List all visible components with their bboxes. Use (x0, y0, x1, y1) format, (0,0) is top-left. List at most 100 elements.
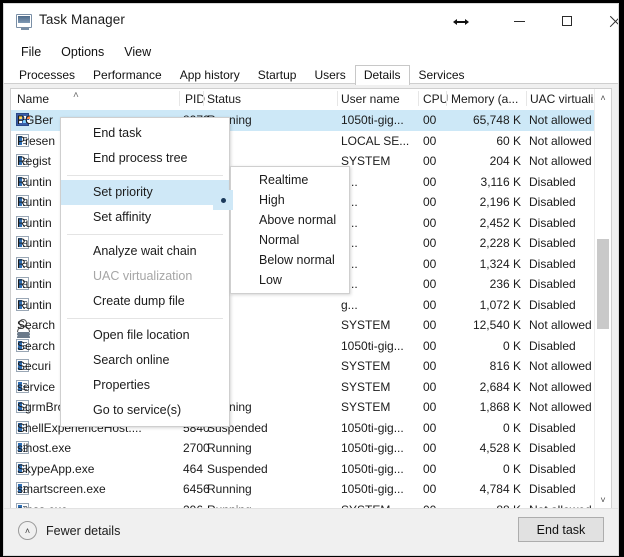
cell-memory: 0 K (502, 461, 521, 476)
context-menu-item-set-priority[interactable]: Set priority› (61, 180, 229, 205)
table-row[interactable]: sihost.exe 2700 Running 1050ti-gig... 00 4,52… (11, 438, 611, 459)
context-menu-item-create-dump-file[interactable]: Create dump file (61, 289, 229, 314)
context-menu-item-open-file-location[interactable]: Open file location (61, 323, 229, 348)
context-menu-item-properties[interactable]: Properties (61, 373, 229, 398)
cell-cpu: 00 (423, 379, 437, 394)
window-title: Task Manager (39, 12, 125, 27)
priority-option-above-normal[interactable]: Above normal (231, 210, 349, 230)
cell-user-name: g... (341, 216, 419, 230)
cell-cpu: 00 (423, 461, 437, 476)
cell-cpu: 00 (423, 441, 437, 455)
priority-option-label: Normal (259, 233, 300, 247)
task-manager-window: Task Manager File Options View Processes… (3, 3, 619, 556)
scrollbar-thumb[interactable] (597, 239, 609, 329)
tab-details[interactable]: Details (354, 65, 410, 85)
cell-user-name: SYSTEM (341, 154, 391, 168)
menu-item-file[interactable]: File (12, 43, 50, 61)
cell-user-name: 1050ti-gig... (341, 113, 404, 127)
column-header-status[interactable]: Status (207, 92, 241, 106)
priority-option-normal[interactable]: Normal (231, 230, 349, 250)
context-menu-item-end-process-tree[interactable]: End process tree (61, 146, 229, 171)
cell-memory: 1,072 K (479, 297, 521, 312)
context-menu-item-go-to-service-s[interactable]: Go to service(s) (61, 398, 229, 423)
cell-memory: 4,528 K (479, 441, 521, 455)
fewer-details-button[interactable]: ˄ Fewer details (18, 521, 120, 540)
sort-ascending-icon: ˄ (73, 90, 79, 101)
horizontal-resize-cursor (452, 15, 470, 29)
set-priority-submenu: Realtime High Above normal Normal Below norm… (213, 166, 350, 294)
tab-services[interactable]: Services (410, 65, 474, 85)
table-row[interactable]: smartscreen.exe 6456 Running 1050ti-gig... 0… (11, 479, 611, 500)
context-menu-item-label: Set priority (93, 185, 153, 199)
scroll-down-icon[interactable]: ˅ (595, 491, 611, 508)
cell-user-name: g... (341, 195, 419, 209)
column-header-name[interactable]: Name (17, 92, 49, 106)
priority-option-below-normal[interactable]: Below normal (231, 250, 349, 270)
close-icon (609, 15, 619, 28)
cell-cpu: 00 (423, 215, 437, 230)
cell-memory: 4,784 K (479, 482, 521, 496)
column-header-cpu[interactable]: CPU (423, 92, 448, 106)
column-header-user-name[interactable]: User name (341, 92, 400, 106)
cell-status: Running (207, 482, 252, 496)
tab-strip: Processes Performance App history Startu… (4, 63, 618, 85)
cell-user-name: g... (341, 277, 419, 291)
cell-cpu: 00 (423, 400, 437, 414)
cell-cpu: 00 (423, 297, 437, 312)
cell-cpu: 00 (423, 113, 437, 127)
radio-dot (220, 197, 226, 203)
menu-item-options[interactable]: Options (52, 43, 113, 61)
scroll-up-icon[interactable]: ˄ (595, 89, 611, 106)
priority-option-realtime[interactable]: Realtime (231, 170, 349, 190)
priority-option-high[interactable]: High (213, 190, 349, 210)
cell-memory: 65,748 K (472, 113, 521, 127)
vertical-scrollbar[interactable]: ˄ ˅ (594, 89, 611, 508)
column-divider[interactable] (179, 91, 180, 106)
column-divider[interactable] (446, 91, 447, 106)
end-task-button[interactable]: End task (518, 517, 604, 542)
column-header-memory[interactable]: Memory (a... (451, 92, 518, 106)
context-menu-item-label: UAC virtualization (93, 269, 193, 283)
context-menu-item-set-affinity[interactable]: Set affinity (61, 205, 229, 230)
column-divider[interactable] (418, 91, 419, 106)
column-divider[interactable] (203, 91, 204, 106)
context-menu-item-analyze-wait-chain[interactable]: Analyze wait chain (61, 239, 229, 264)
column-header-pid[interactable]: PID (185, 92, 205, 106)
cell-memory: 3,116 K (480, 174, 521, 189)
cell-memory: 0 K (502, 420, 521, 435)
menu-item-view[interactable]: View (115, 43, 160, 61)
cell-user-name: LOCAL SE... (341, 133, 410, 148)
maximize-button[interactable] (544, 4, 590, 38)
cell-user-name: SYSTEM (341, 379, 391, 394)
priority-option-label: High (259, 193, 285, 207)
tab-processes[interactable]: Processes (10, 65, 84, 85)
cell-name: SkypeApp.exe (17, 461, 95, 476)
table-row[interactable]: smss.exe296RunningSYSTEM0088 KNot allowe… (11, 500, 611, 508)
context-menu-item-label: Analyze wait chain (93, 244, 197, 258)
tab-startup[interactable]: Startup (249, 65, 306, 85)
context-menu-item-search-online[interactable]: Search online (61, 348, 229, 373)
tab-users[interactable]: Users (305, 65, 354, 85)
column-header-row: Name ˄ PID Status User name CPU Memory (… (11, 89, 611, 111)
menu-separator (67, 318, 223, 319)
cell-memory: 204 K (489, 154, 521, 168)
cell-cpu: 00 (423, 256, 437, 271)
cell-memory: 0 K (502, 338, 521, 353)
tab-performance[interactable]: Performance (84, 65, 171, 85)
cell-cpu: 00 (423, 482, 437, 496)
cell-user-name: 1050ti-gig... (341, 441, 404, 455)
column-divider[interactable] (526, 91, 527, 106)
column-divider[interactable] (337, 91, 338, 106)
tab-app-history[interactable]: App history (171, 65, 249, 85)
close-button[interactable] (592, 4, 619, 38)
priority-option-low[interactable]: Low (231, 270, 349, 290)
cell-memory: 2,228 K (479, 236, 521, 250)
cell-memory: 236 K (489, 277, 521, 291)
cell-cpu: 00 (423, 318, 437, 332)
context-menu-item-label: Search online (93, 353, 170, 367)
maximize-icon (562, 16, 572, 26)
minimize-button[interactable] (496, 4, 542, 38)
table-row[interactable]: SkypeApp.exe 464 Suspended 1050ti-gig... 00 0… (11, 459, 611, 480)
context-menu-item-uac-virtualization: UAC virtualization (61, 264, 229, 289)
context-menu-item-end-task[interactable]: End task (61, 121, 229, 146)
